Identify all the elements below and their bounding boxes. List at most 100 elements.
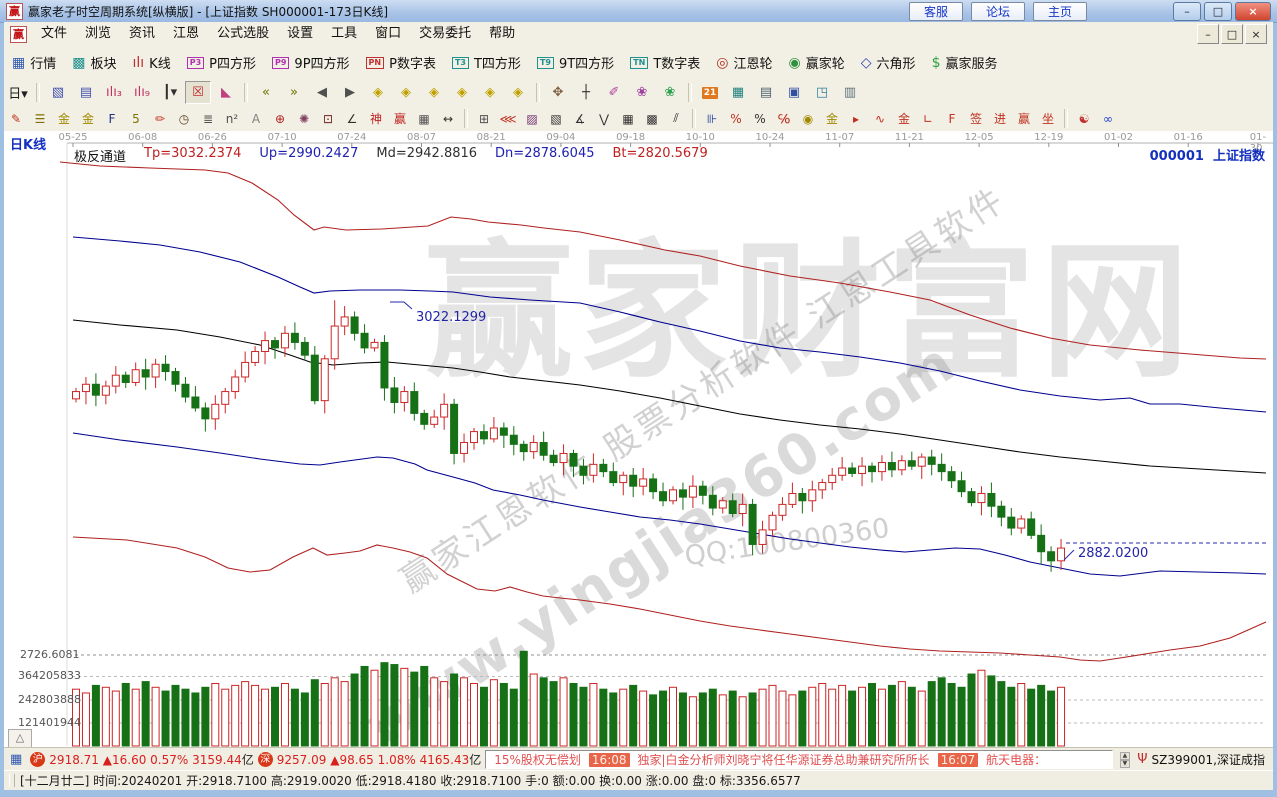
flag-mark-tool[interactable]: ▸ [845,109,868,129]
price-grid-tool[interactable]: ▦ [413,109,436,129]
gold-section-tool[interactable]: 金 [821,109,844,129]
menu-4[interactable]: 公式选股 [208,23,278,45]
gold-channel-tool[interactable]: 金 [53,109,76,129]
news-item[interactable]: 15%股权无偿划 [494,751,581,768]
news-timestamp[interactable]: 16:07 [938,753,979,767]
tool-9p-square-button[interactable]: P99P四方形 [264,50,358,76]
zuo-tool[interactable]: 坐 [1037,109,1060,129]
fan-box-dark-tool[interactable]: ▧ [545,109,568,129]
save-icon[interactable]: ▣ [781,81,807,104]
tool-p-square-button[interactable]: P3P四方形 [179,50,264,76]
cluster-purple-icon[interactable]: ❀ [629,81,655,104]
candle-style-icon[interactable]: ┃▾ [157,81,183,104]
period-selector[interactable]: 日▾ [5,81,31,104]
step-back-icon[interactable]: ◀ [309,81,335,104]
tool-hexagon-button[interactable]: ◇六角形 [853,50,924,76]
ying-tool[interactable]: 赢 [389,109,412,129]
quotes-grid-icon[interactable]: ▦ [10,752,22,767]
tool-quotes-button[interactable]: ▦行情 [4,50,64,76]
f-line-tool[interactable]: F [101,109,124,129]
hand-tool-icon[interactable]: ✥ [545,81,571,104]
chart-9-icon[interactable]: ılı₉ [129,81,155,104]
menu-2[interactable]: 资讯 [120,23,164,45]
mdi-close-button[interactable]: × [1245,24,1267,44]
infinity-icon[interactable]: ∞ [1097,109,1120,129]
zoom-both-icon[interactable]: ◈ [421,81,447,104]
dense-grid-tool[interactable]: ▦ [617,109,640,129]
zoom-right-icon[interactable]: ◈ [393,81,419,104]
step-forward-icon[interactable]: ▶ [337,81,363,104]
calculator-icon[interactable]: ▦ [725,81,751,104]
tool-winner-wheel-button[interactable]: ◉赢家轮 [781,50,853,76]
pattern-window-icon[interactable]: ▧ [45,81,71,104]
fan-lines-tool[interactable]: ⋘ [497,109,520,129]
angle-l-tool[interactable]: ∟ [917,109,940,129]
crosshair-tool-icon[interactable]: ┼ [573,81,599,104]
channel-indicator-toggle[interactable]: ☒ [185,81,211,104]
tool-kline-button[interactable]: ılıK线 [125,50,179,76]
export-icon[interactable]: ◳ [809,81,835,104]
compress-icon[interactable]: ◈ [449,81,475,104]
tool-p-table-button[interactable]: PNP数字表 [358,50,444,76]
wave-v-tool[interactable]: ⋁ [593,109,616,129]
gann-square-tool[interactable]: ⊡ [317,109,340,129]
menu-6[interactable]: 工具 [322,23,366,45]
angle-fan-tool[interactable]: ∡ [569,109,592,129]
n-square-tool[interactable]: n² [221,109,244,129]
a-angle-tool[interactable]: A [245,109,268,129]
ying-band-tool[interactable]: 赢 [1013,109,1036,129]
gann-clock-tool[interactable]: ◷ [173,109,196,129]
skip-last-icon[interactable]: » [281,81,307,104]
dense-grid2-tool[interactable]: ▩ [641,109,664,129]
percent-lines-tool[interactable]: ℅ [773,109,796,129]
news-ticker[interactable]: 15%股权无偿划16:08独家|白金分析师刘晓宁将任华源证券总助兼研究所所长16… [485,750,1112,769]
five-line-tool[interactable]: 5 [125,109,148,129]
menu-0[interactable]: 文件 [32,23,76,45]
tool-sectors-button[interactable]: ▩板块 [64,50,124,76]
tool-9t-square-button[interactable]: T99T四方形 [529,50,622,76]
calendar-icon[interactable]: 21 [697,81,723,104]
close-button[interactable]: × [1235,2,1271,21]
menu-8[interactable]: 交易委托 [410,23,480,45]
brush-tool[interactable]: ✏ [149,109,172,129]
chart-area[interactable]: 日K线 05-2506-0806-2607-1007-2408-0708-210… [4,131,1273,747]
pane-toggle-button[interactable]: △ [8,729,32,747]
menu-7[interactable]: 窗口 [366,23,410,45]
gann-frame-tool[interactable]: ⊞ [473,109,496,129]
zoom-left-icon[interactable]: ◈ [365,81,391,104]
mdi-restore-button[interactable]: □ [1221,24,1243,44]
mdi-minimize-button[interactable]: – [1197,24,1219,44]
color-pyramid-icon[interactable]: ◣ [213,81,239,104]
gold-band-tool[interactable]: 金 [893,109,916,129]
fan-box-purple-tool[interactable]: ▨ [521,109,544,129]
bar-width-tool[interactable]: ↔ [437,109,460,129]
jin-tool[interactable]: 进 [989,109,1012,129]
f-red-tool[interactable]: F [941,109,964,129]
percent-tool[interactable]: % [749,109,772,129]
gann-target-tool[interactable]: ⊕ [269,109,292,129]
menu-3[interactable]: 江恩 [164,23,208,45]
ticker-spinner[interactable]: ▲ ▼ [1120,752,1131,768]
info-note-icon[interactable]: ▤ [73,81,99,104]
titlebar-button-1[interactable]: 论坛 [971,2,1025,21]
shen-tool[interactable]: 神 [365,109,388,129]
ratio-ruler-tool[interactable]: ≣ [197,109,220,129]
menu-5[interactable]: 设置 [278,23,322,45]
spiral-tool[interactable]: ✺ [293,109,316,129]
pencil-tool[interactable]: ✎ [5,109,28,129]
news-timestamp[interactable]: 16:08 [589,753,630,767]
gold-channel9-tool[interactable]: 金 [77,109,100,129]
parallel-tool[interactable]: ⫽ [665,109,688,129]
tool-t-square-button[interactable]: T3T四方形 [444,50,529,76]
chart-3-icon[interactable]: ılı₃ [101,81,127,104]
percent-retrace-tool[interactable]: % [725,109,748,129]
notepad-icon[interactable]: ▤ [753,81,779,104]
menu-9[interactable]: 帮助 [480,23,524,45]
tool-t-table-button[interactable]: TNT数字表 [622,50,708,76]
gold-circle-tool[interactable]: ◉ [797,109,820,129]
maximize-button[interactable]: □ [1204,2,1232,21]
angle-pen-icon[interactable]: ✐ [601,81,627,104]
tool-service-button[interactable]: $赢家服务 [924,50,1006,76]
qian-tool[interactable]: 签 [965,109,988,129]
gann-comb-tool[interactable]: ☰ [29,109,52,129]
